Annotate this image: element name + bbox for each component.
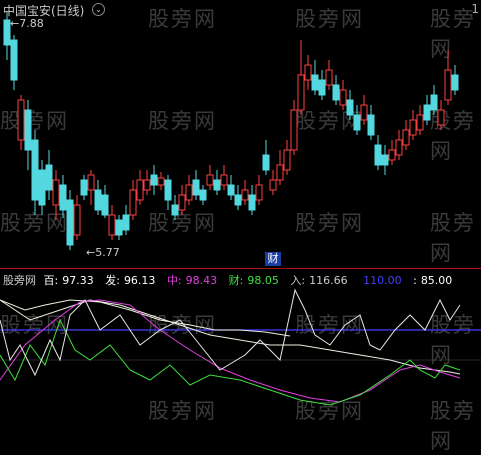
legend-item-3: 财: 98.05 xyxy=(228,274,279,287)
corner-label: 1 xyxy=(471,2,479,16)
arrow-left-icon: ← xyxy=(86,246,96,259)
legend-item-4: 入: 116.66 xyxy=(290,274,348,287)
indicator-chart[interactable] xyxy=(0,0,481,422)
legend-item-6: :85.00 xyxy=(413,274,453,287)
chevron-down-icon[interactable]: ⌄ xyxy=(92,3,105,16)
arrow-left-icon: ← xyxy=(10,17,20,30)
price-high-value: 7.88 xyxy=(19,17,44,30)
finance-badge[interactable]: 财 xyxy=(265,252,281,266)
legend-item-2: 中: 98.43 xyxy=(166,274,218,287)
legend-item-5: 110.00 xyxy=(363,274,402,287)
panel-divider xyxy=(0,268,481,269)
indicator-line-ru xyxy=(0,288,461,377)
indicator-name: 股旁网 xyxy=(3,274,36,287)
price-high-marker: ←7.88 xyxy=(10,17,44,30)
legend-item-1: 发: 96.13 xyxy=(105,274,156,287)
price-low-value: 5.77 xyxy=(95,246,120,259)
stock-chart-app: 股旁网 股旁网 股旁网 股旁网 股旁网 股旁网 股旁网 股旁网 股旁网 股旁网 … xyxy=(0,0,481,453)
indicator-legend: 股旁网 百: 97.33 发: 96.13 中: 98.43 财: 98.05 入: 11… xyxy=(3,272,460,288)
legend-item-0: 百: 97.33 xyxy=(43,274,94,287)
indicator-line-cai xyxy=(0,318,461,406)
price-low-marker: ←5.77 xyxy=(86,246,120,259)
indicator-line-zhong xyxy=(0,299,461,403)
